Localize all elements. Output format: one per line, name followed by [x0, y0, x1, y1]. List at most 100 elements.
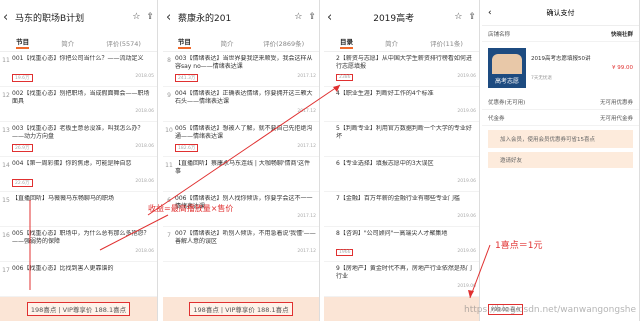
- episode-item[interactable]: 6【专业选择】填报志愿中的3大误区 2019.06: [324, 157, 479, 192]
- purchase-bar[interactable]: 198喜点 | VIP尊享价 188.1喜点: [163, 297, 319, 321]
- episode-list: 2【薪资与志愿】从中国大学生薪资排行榜看如何进行志愿填报 2386 2019.06 4…: [324, 52, 479, 297]
- tab-reviews[interactable]: 评价(11条): [430, 38, 463, 48]
- tab-episodes[interactable]: 节目: [177, 36, 191, 49]
- episode-date: 2017.12: [297, 74, 316, 79]
- episode-item[interactable]: 17 006【找重心态】比找到害人更靠谱的: [0, 262, 157, 297]
- episode-item[interactable]: 7 007【情绪表达】听别人倾诉，不用急着说'我懂'——善解人意的误区 2017.1…: [163, 227, 319, 262]
- tab-intro[interactable]: 简介: [385, 38, 398, 48]
- episode-date: 2018.05: [135, 74, 154, 79]
- episode-number: [324, 195, 336, 226]
- episode-number: 17: [2, 267, 10, 274]
- episode-list: 11 001【找重心态】你把公司当什么？——流动定义 19.6万 2018.05 12 0…: [0, 52, 157, 297]
- back-icon[interactable]: ‹: [166, 10, 178, 25]
- tab-episodes[interactable]: 节目: [16, 36, 30, 49]
- tab-reviews[interactable]: 评价(2869条): [263, 38, 304, 48]
- episode-number: [324, 160, 336, 191]
- back-icon[interactable]: ‹: [488, 8, 492, 18]
- vip-offer[interactable]: 加入会员，使用会员优惠券可省15喜点: [488, 130, 633, 148]
- star-icon[interactable]: ☆: [294, 12, 302, 22]
- share-icon[interactable]: ⇪: [468, 12, 476, 22]
- tab-intro[interactable]: 简介: [61, 38, 74, 48]
- page-title: 马东的职场B计划: [15, 13, 85, 24]
- shop-label: 店铺名称: [488, 31, 511, 38]
- episode-number: [324, 230, 336, 261]
- episode-item[interactable]: 8 003【情绪表达】当世界要我逆来顺受，我会这样从容say no——情绪表达课 2…: [163, 52, 319, 87]
- episode-item[interactable]: 8【咨询】"公司顾问"一高端尖人才聚集地 1966 2019.06: [324, 227, 479, 262]
- episode-item[interactable]: 11 【直播回听】蔡康永马东连线 | 大咖畅聊'情商'这件事: [163, 157, 319, 192]
- share-icon[interactable]: ⇪: [146, 12, 154, 22]
- episode-number: 7: [167, 232, 171, 239]
- episode-title: 005【情绪表达】想被人了解，就不要自己先拒绝沟通——情绪表达课: [175, 125, 313, 140]
- episode-date: 2018.06: [135, 179, 154, 184]
- episode-item[interactable]: 4【职业生涯】判断好工作的4个标准 2019.06: [324, 87, 479, 122]
- watermark: https://blog.csdn.net/wanwangongshe: [464, 305, 636, 315]
- episode-date: 2018.06: [135, 249, 154, 254]
- star-icon[interactable]: ☆: [454, 12, 462, 22]
- episode-item[interactable]: 9【房地产】黄金时代不再，房地产行业依然是热门行业 2019.06: [324, 262, 479, 297]
- episode-number: 13: [2, 127, 10, 134]
- episode-item[interactable]: 2【薪资与志愿】从中国大学生薪资排行榜看如何进行志愿填报 2386 2019.06: [324, 52, 479, 87]
- episode-number: 11: [165, 162, 173, 169]
- episode-item[interactable]: 14 004【第一周彩蛋】你的焦虑，可能是种自恋 22.6万 2018.06: [0, 157, 157, 192]
- episode-title: 【直播回听】马薇薇马东畅聊马的职场: [12, 195, 115, 202]
- ratio-annotation: 1喜点＝1元: [495, 241, 543, 251]
- play-count: 26.9万: [12, 144, 33, 152]
- episode-item[interactable]: 16 005【找重心态】职场中，为什么总有那么多抱怨？——强弱势的保障 2018.0…: [0, 227, 157, 262]
- episode-number: 8: [167, 57, 171, 64]
- episode-item[interactable]: 13 003【找重心态】老板主意总没准，叫我怎么办？——动力方向盘 26.9万 201…: [0, 122, 157, 157]
- episode-item[interactable]: 15 【直播回听】马薇薇马东畅聊马的职场: [0, 192, 157, 227]
- play-count: 241.3万: [175, 74, 199, 82]
- episode-title: 2【薪资与志愿】从中国大学生薪资排行榜看如何进行志愿填报: [336, 55, 472, 70]
- episode-title: 005【找重心态】职场中，为什么总有那么多抱怨？——强弱势的保障: [12, 230, 150, 245]
- tab-intro[interactable]: 简介: [220, 38, 233, 48]
- episode-number: 9: [167, 92, 171, 99]
- episode-number: [324, 125, 336, 156]
- episode-number: 12: [2, 92, 10, 99]
- episode-title: 007【情绪表达】听别人倾诉，不用急着说'我懂'——善解人意的误区: [175, 230, 316, 245]
- episode-title: 003【找重心态】老板主意总没准，叫我怎么办？——动力方向盘: [12, 125, 144, 140]
- tab-catalog[interactable]: 目录: [340, 36, 354, 49]
- play-count: 2386: [336, 74, 354, 81]
- episode-item[interactable]: 10 005【情绪表达】想被人了解，就不要自己先拒绝沟通——情绪表达课 182.6万…: [163, 122, 319, 157]
- episode-date: 2019.06: [457, 249, 476, 254]
- back-icon[interactable]: ‹: [3, 10, 15, 25]
- episode-title: 002【找重心态】别把职场，当成假面舞会——职场面具: [12, 90, 150, 105]
- income-annotation: 收益=最高播放量×售价: [148, 204, 234, 213]
- episode-item[interactable]: 12 002【找重心态】别把职场，当成假面舞会——职场面具 2018.06: [0, 87, 157, 122]
- share-icon[interactable]: ⇪: [308, 12, 316, 22]
- back-icon[interactable]: ‹: [327, 10, 339, 25]
- episode-title: 7【金融】百万年薪的金融行业有哪些专业门槛: [336, 195, 460, 202]
- episode-date: 2018.06: [135, 144, 154, 149]
- episode-title: 004【情绪表达】正确表达情绪，你要拥开这三颗大石头——情绪表达课: [175, 90, 313, 105]
- page-title: 确认支付: [546, 8, 575, 17]
- episode-date: 2017.12: [297, 144, 316, 149]
- purchase-bar[interactable]: 198喜点 | VIP尊享价 188.1喜点: [0, 297, 157, 321]
- invite-friends[interactable]: 邀请好友: [488, 152, 633, 168]
- play-count: 182.6万: [175, 144, 199, 152]
- app-panel-2: ‹ 蔡康永的201 ☆ ⇪ 节目 简介 评价(2869条) 8 003【情绪表达】…: [163, 0, 320, 321]
- header: ‹ 2019高考 ☆ ⇪: [324, 0, 479, 34]
- episode-item[interactable]: 9 004【情绪表达】正确表达情绪，你要拥开这三颗大石头——情绪表达课 2017.1…: [163, 87, 319, 122]
- episode-item[interactable]: 5【判断专业】利用官方数据判断一个大学的专业好坏: [324, 122, 479, 157]
- price-label[interactable]: 198喜点 | VIP尊享价 188.1喜点: [189, 302, 293, 316]
- tab-bar: 节目 简介 评价(2869条): [163, 34, 319, 52]
- episode-title: 001【找重心态】你把公司当什么？——流动定义: [12, 55, 144, 62]
- payment-panel: ‹ 确认支付 店铺名称 快晓社群 高考志愿 2019高考志愿填报50讲 ¥ 99…: [482, 0, 640, 321]
- page-title: 2019高考: [373, 13, 415, 24]
- tab-bar: 目录 简介 评价(11条): [324, 34, 479, 52]
- product-price: ¥ 99.00: [612, 65, 633, 71]
- episode-number: 11: [2, 57, 10, 64]
- episode-list: 8 003【情绪表达】当世界要我逆来顺受，我会这样从容say no——情绪表达课 2…: [163, 52, 319, 262]
- episode-item[interactable]: 11 001【找重心态】你把公司当什么？——流动定义 19.6万 2018.05: [0, 52, 157, 87]
- episode-title: 6【专业选择】填报志愿中的3大误区: [336, 160, 434, 167]
- episode-date: 2019.06: [457, 74, 476, 79]
- price-label[interactable]: 198喜点 | VIP尊享价 188.1喜点: [26, 302, 131, 316]
- episode-item[interactable]: 7【金融】百万年薪的金融行业有哪些专业门槛 2019.06: [324, 192, 479, 227]
- voucher-row[interactable]: 代金券 无可用代金券: [482, 110, 639, 126]
- star-icon[interactable]: ☆: [132, 12, 140, 22]
- episode-number: [324, 55, 336, 86]
- coupon-row[interactable]: 优惠券(无可用) 无可用优惠券: [482, 94, 639, 110]
- tab-reviews[interactable]: 评价(5574): [106, 38, 141, 48]
- episode-date: 2017.12: [297, 249, 316, 254]
- purchase-bar[interactable]: [324, 297, 479, 321]
